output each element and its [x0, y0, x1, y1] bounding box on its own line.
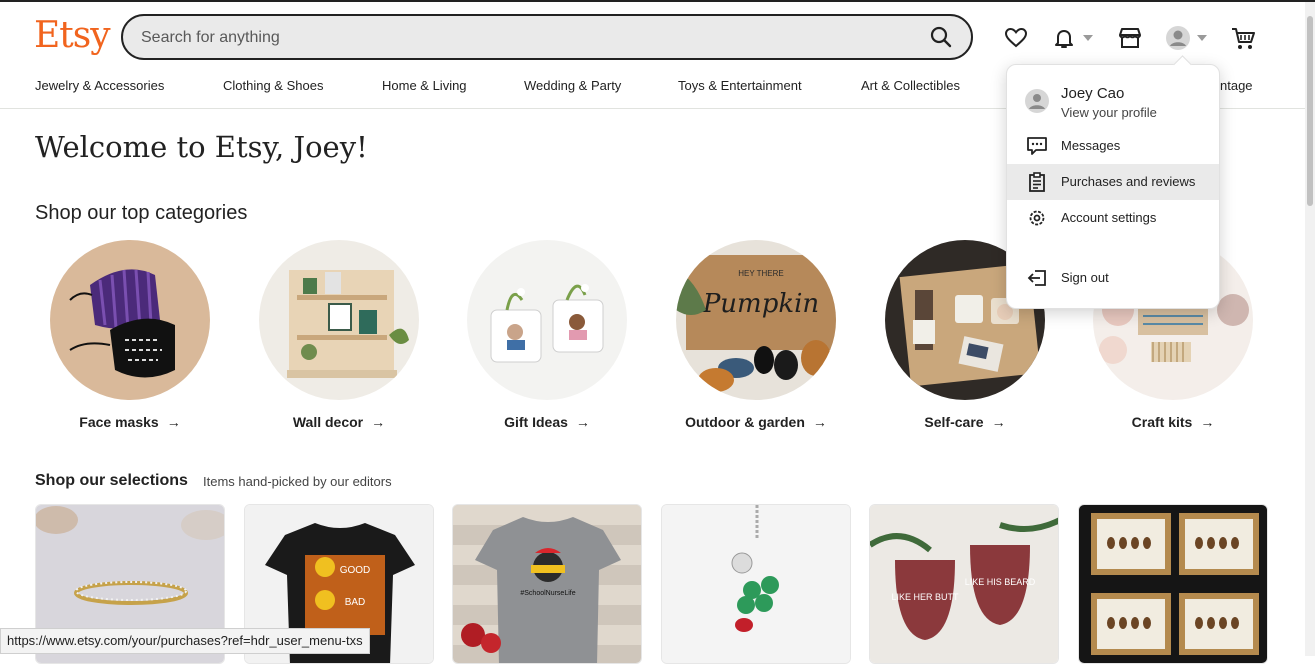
etsy-logo[interactable]: Etsy	[34, 15, 111, 56]
menu-item-label: Sign out	[1061, 270, 1109, 285]
selection-tile-wine-glasses[interactable]: LIKE HER BUTT LIKE HIS BEARD	[869, 504, 1059, 664]
nav-jewelry-accessories[interactable]: Jewelry & Accessories	[35, 78, 164, 93]
category-wall-decor[interactable]: Wall decor →	[259, 240, 419, 430]
arrow-right-icon: →	[166, 414, 181, 430]
category-gift-ideas[interactable]: Gift Ideas →	[467, 240, 627, 430]
heart-icon[interactable]	[1002, 24, 1030, 52]
menu-item-label: Account settings	[1061, 210, 1157, 225]
page-scrollbar[interactable]	[1305, 2, 1315, 656]
nav-art-collectibles[interactable]: Art & Collectibles	[861, 78, 960, 93]
arrow-right-icon: →	[1200, 414, 1215, 430]
shop-icon[interactable]	[1116, 24, 1144, 52]
nav-toys-entertainment[interactable]: Toys & Entertainment	[678, 78, 802, 93]
search-icon[interactable]	[929, 25, 953, 49]
gear-icon	[1027, 208, 1047, 228]
selection-tile-grey-tshirt[interactable]: #SchoolNurseLife	[452, 504, 642, 664]
category-label: Self-care	[924, 414, 984, 430]
arrow-right-icon: →	[991, 414, 1006, 430]
category-outdoor-garden[interactable]: HEY THERE Pumpkin Outdoor & garden →	[676, 240, 836, 430]
top-categories-title: Shop our top categories	[35, 202, 248, 224]
nav-wedding-party[interactable]: Wedding & Party	[524, 78, 621, 93]
category-label: Face masks	[79, 414, 159, 430]
clipboard-icon	[1027, 172, 1047, 192]
menu-item-label: Messages	[1061, 138, 1121, 153]
notifications-caret-icon[interactable]	[1083, 35, 1093, 41]
selection-tile-keychain[interactable]	[661, 504, 851, 664]
outdoor-garden-image: HEY THERE Pumpkin	[676, 240, 836, 400]
gift-ideas-image	[467, 240, 627, 400]
arrow-right-icon: →	[812, 414, 827, 430]
category-label: Outdoor & garden	[685, 414, 805, 430]
scrollbar-thumb[interactable]	[1307, 16, 1313, 206]
sign-out-icon	[1027, 268, 1047, 288]
cart-icon[interactable]	[1229, 24, 1257, 52]
nav-home-living[interactable]: Home & Living	[382, 78, 467, 93]
arrow-right-icon: →	[575, 414, 590, 430]
status-bar-url: https://www.etsy.com/your/purchases?ref=…	[0, 628, 370, 654]
doormat-text-hey: HEY THERE	[738, 269, 784, 278]
wine-glass-text: LIKE HIS BEARD	[965, 577, 1036, 587]
category-label: Gift Ideas	[504, 414, 568, 430]
welcome-heading: Welcome to Etsy, Joey!	[35, 130, 368, 164]
bell-icon[interactable]	[1050, 24, 1078, 52]
menu-item-sign-out[interactable]: Sign out	[1007, 260, 1219, 296]
menu-item-account-settings[interactable]: Account settings	[1007, 200, 1219, 236]
category-label: Craft kits	[1131, 414, 1193, 430]
nav-clothing-shoes[interactable]: Clothing & Shoes	[223, 78, 323, 93]
nav-vintage[interactable]: ntage	[1220, 78, 1253, 93]
menu-item-messages[interactable]: Messages	[1007, 128, 1219, 164]
menu-item-label: Purchases and reviews	[1061, 174, 1196, 189]
view-profile-label: View your profile	[1061, 105, 1157, 120]
grey-tshirt-text: #SchoolNurseLife	[520, 590, 575, 597]
user-name: Joey Cao	[1061, 85, 1125, 102]
face-masks-image	[50, 240, 210, 400]
selections-subtitle: Items hand-picked by our editors	[203, 474, 392, 489]
view-profile-link[interactable]: Joey Cao View your profile	[1007, 79, 1219, 123]
wall-decor-image	[259, 240, 419, 400]
avatar	[1025, 89, 1049, 113]
arrow-right-icon: →	[371, 414, 386, 430]
selection-tile-framed-art[interactable]	[1078, 504, 1268, 664]
menu-item-purchases-reviews[interactable]: Purchases and reviews	[1007, 164, 1219, 200]
tshirt-text: GOOD	[340, 565, 371, 576]
doormat-text-pumpkin: Pumpkin	[702, 289, 819, 319]
tshirt-text: BAD	[345, 597, 366, 608]
wine-glass-text: LIKE HER BUTT	[891, 592, 959, 602]
search-bar[interactable]	[121, 14, 973, 60]
messages-icon	[1027, 136, 1047, 156]
user-menu-caret-icon[interactable]	[1197, 35, 1207, 41]
selections-title: Shop our selections	[35, 472, 188, 489]
user-menu-dropdown: Joey Cao View your profile Messages Purc…	[1006, 64, 1220, 309]
category-face-masks[interactable]: Face masks →	[50, 240, 210, 430]
search-input[interactable]	[139, 24, 903, 52]
avatar-icon[interactable]	[1164, 24, 1192, 52]
category-label: Wall decor	[292, 414, 364, 430]
